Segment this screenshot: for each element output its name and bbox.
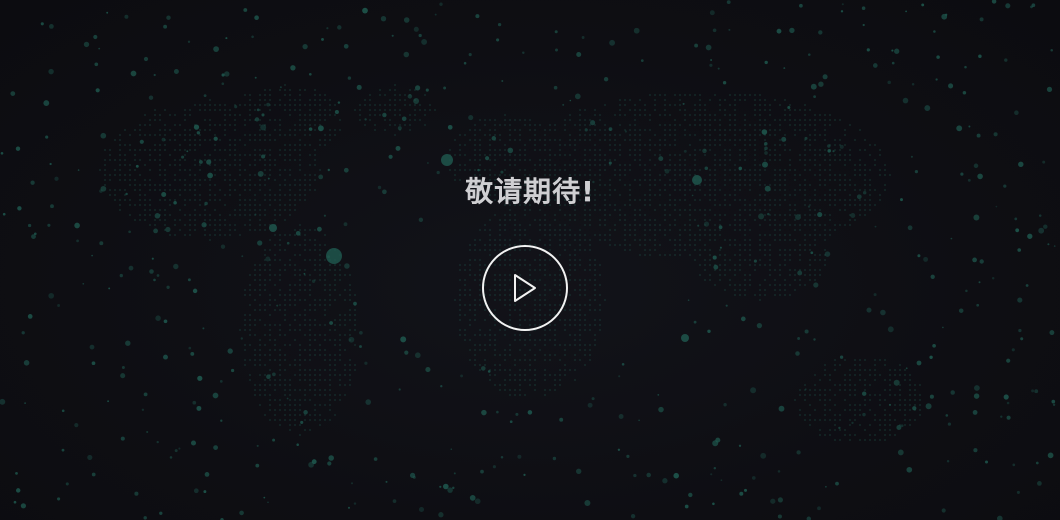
hero-section: 敬请期待! [0,0,1060,520]
play-icon [514,274,536,302]
page-title: 敬请期待! [465,175,595,208]
play-video-button[interactable] [482,245,568,331]
